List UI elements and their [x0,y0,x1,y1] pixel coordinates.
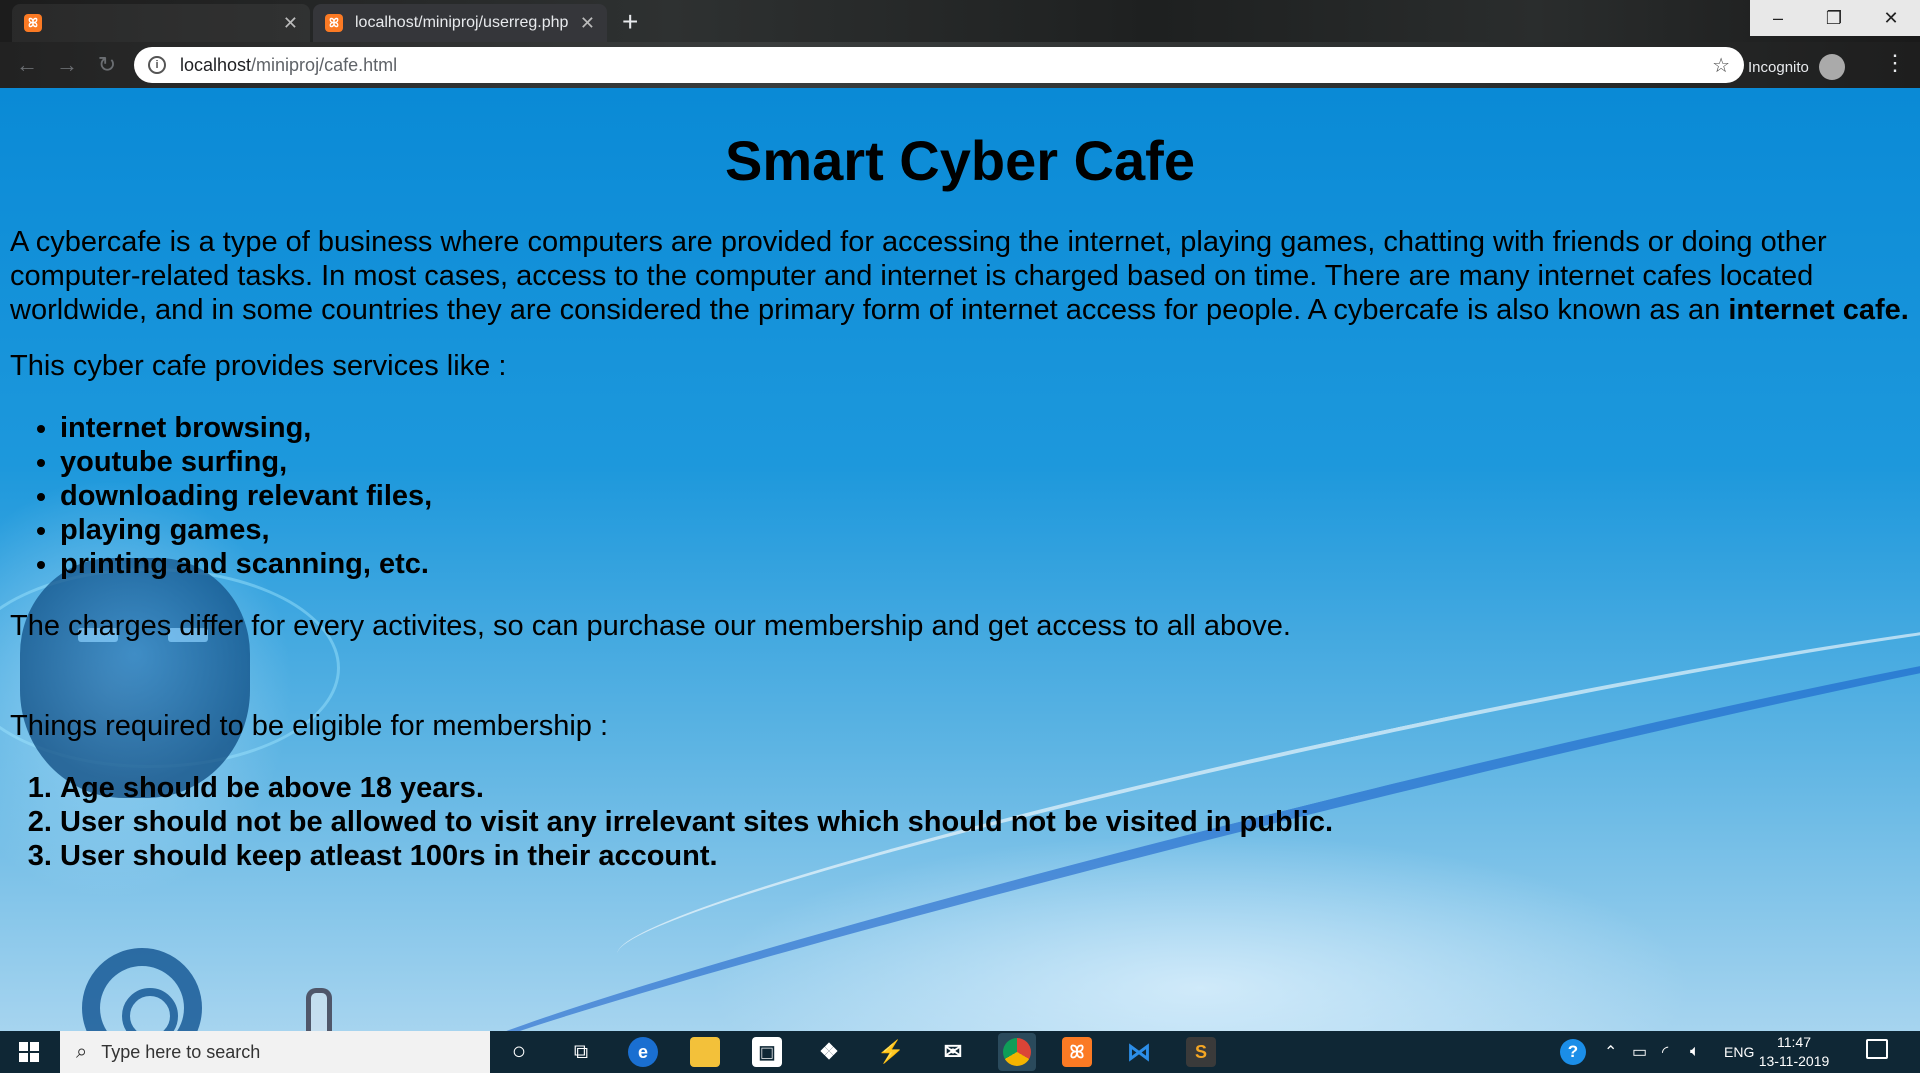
xampp-favicon-icon: ꕤ [24,14,42,32]
browser-menu-icon[interactable]: ⋮ [1884,50,1906,76]
system-clock[interactable]: 11:47 13-11-2019 [1754,1033,1834,1071]
taskbar: ⌕ Type here to search ○ ⧉ e ▣ ❖ ⚡ ✉ ꕤ ⋈ … [0,1031,1920,1073]
incognito-label: Incognito [1748,58,1809,76]
bookmark-star-icon[interactable]: ☆ [1712,53,1730,78]
browser-titlebar: ꕤ ✕ ꕤ localhost/miniproj/userreg.php ✕ +… [0,0,1920,42]
list-item: User should not be allowed to visit any … [60,805,1910,839]
mail-icon[interactable]: ✉ [938,1037,968,1067]
background-robot-gear [82,948,202,1031]
maximize-button[interactable]: ❐ [1806,0,1862,36]
wifi-icon[interactable]: ◜ [1662,1031,1668,1073]
list-item: youtube surfing, [60,445,1910,479]
edge-browser-icon[interactable]: e [628,1037,658,1067]
back-arrow-icon[interactable]: ← [12,50,42,80]
clock-time: 11:47 [1777,1034,1811,1050]
list-item: downloading relevant files, [60,479,1910,513]
volume-icon[interactable]: 🔈︎ [1690,1031,1700,1073]
tray-chevron-icon[interactable]: ⌃ [1604,1031,1617,1073]
page-title: Smart Cyber Cafe [725,129,1195,192]
forward-arrow-icon[interactable]: → [52,50,82,80]
list-item: User should keep atleast 100rs in their … [60,839,1910,873]
search-placeholder: Type here to search [101,1041,261,1062]
clock-date: 13-11-2019 [1758,1053,1830,1069]
dropbox-icon[interactable]: ❖ [814,1037,844,1067]
windows-logo-icon [19,1042,39,1062]
list-item: Age should be above 18 years. [60,771,1910,805]
browser-toolbar: ← → ↻ i localhost/miniproj/cafe.html ☆ I… [0,42,1920,88]
tab-active[interactable]: ꕤ localhost/miniproj/userreg.php ✕ [313,4,607,42]
help-icon[interactable]: ? [1560,1031,1586,1073]
tab-close-icon[interactable]: ✕ [283,13,298,34]
chrome-icon[interactable] [998,1033,1036,1071]
xampp-favicon-icon: ꕤ [325,14,343,32]
list-item: internet browsing, [60,411,1910,445]
sublime-text-icon[interactable]: S [1186,1037,1216,1067]
tab-close-icon[interactable]: ✕ [580,13,595,34]
taskbar-search-box[interactable]: ⌕ Type here to search [60,1031,490,1073]
list-item: printing and scanning, etc. [60,547,1910,581]
requirements-list: Age should be above 18 years. User shoul… [10,771,1910,873]
task-view-icon[interactable]: ⧉ [566,1037,596,1067]
cortana-icon[interactable]: ○ [504,1037,534,1067]
xampp-icon[interactable]: ꕤ [1062,1037,1092,1067]
incognito-indicator: Incognito [1748,54,1845,80]
requirements-intro: Things required to be eligible for membe… [10,710,609,742]
url-path: /miniproj/cafe.html [251,54,398,75]
services-list: internet browsing, youtube surfing, down… [10,411,1910,581]
address-bar[interactable]: i localhost/miniproj/cafe.html ☆ [134,47,1744,83]
chrome-logo-icon [1003,1038,1031,1066]
page-content: Smart Cyber Cafe A cybercafe is a type o… [10,88,1910,873]
visual-studio-installer-icon[interactable]: ⚡ [876,1037,906,1067]
file-explorer-icon[interactable] [690,1037,720,1067]
intro-bold-term: internet cafe. [1728,294,1909,326]
minimize-button[interactable]: – [1750,0,1806,36]
help-question-icon: ? [1560,1039,1586,1065]
start-button[interactable] [0,1031,58,1073]
list-item: playing games, [60,513,1910,547]
action-center-icon[interactable] [1866,1039,1888,1059]
charges-paragraph: The charges differ for every activites, … [10,610,1291,642]
incognito-icon[interactable] [1818,54,1845,80]
close-window-button[interactable]: ✕ [1862,0,1920,36]
tab-label: localhost/miniproj/userreg.php [355,14,569,31]
battery-icon[interactable]: ▭ [1632,1031,1647,1073]
site-info-icon[interactable]: i [148,56,166,74]
background-robot-arm [306,988,332,1031]
services-intro: This cyber cafe provides services like : [10,350,507,382]
reload-icon[interactable]: ↻ [92,50,122,80]
url-text[interactable]: localhost/miniproj/cafe.html [180,55,397,76]
vscode-icon[interactable]: ⋈ [1124,1037,1154,1067]
new-tab-button[interactable]: + [622,6,638,38]
tab-inactive[interactable]: ꕤ ✕ [12,4,310,42]
search-icon: ⌕ [76,1040,88,1063]
intro-text: A cybercafe is a type of business where … [10,226,1827,326]
page-viewport: Smart Cyber Cafe A cybercafe is a type o… [0,88,1920,1031]
url-host: localhost [180,54,252,75]
intro-paragraph: A cybercafe is a type of business where … [10,225,1910,327]
store-icon[interactable]: ▣ [752,1037,782,1067]
language-indicator[interactable]: ENG [1724,1031,1754,1073]
